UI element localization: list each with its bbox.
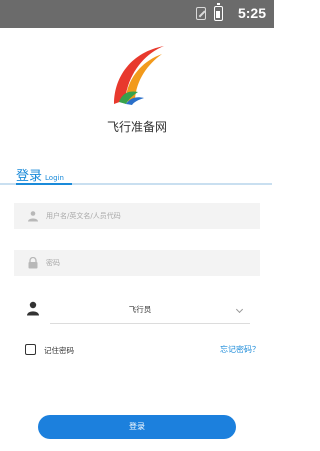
login-button[interactable]: 登录 xyxy=(38,415,236,439)
status-bar: 5:25 xyxy=(0,0,274,28)
role-select-value: 飞行员 xyxy=(128,305,152,314)
sim-icon xyxy=(196,7,206,20)
remember-password-label[interactable]: 记住密码 xyxy=(44,345,74,356)
username-input[interactable] xyxy=(46,203,251,229)
status-time: 5:25 xyxy=(237,5,266,21)
chevron-down-icon xyxy=(235,305,244,314)
tab-active-indicator xyxy=(16,183,72,185)
tab-login[interactable]: 登录 Login xyxy=(16,165,64,184)
role-select[interactable]: 飞行员 xyxy=(50,299,250,324)
role-person-icon xyxy=(27,301,39,316)
password-field-container xyxy=(14,250,260,276)
lock-icon xyxy=(28,257,38,269)
remember-password-checkbox[interactable] xyxy=(25,344,36,355)
password-input[interactable] xyxy=(46,250,251,276)
forgot-password-link[interactable]: 忘记密码？ xyxy=(220,344,260,355)
app-name: 飞行准备网 xyxy=(106,120,167,134)
tab-login-label: 登录 xyxy=(16,169,43,184)
logo-icon xyxy=(114,46,164,105)
username-field-container xyxy=(14,203,260,229)
tab-login-english-label: Login xyxy=(45,174,64,182)
battery-icon xyxy=(214,3,223,21)
user-icon xyxy=(28,211,38,222)
